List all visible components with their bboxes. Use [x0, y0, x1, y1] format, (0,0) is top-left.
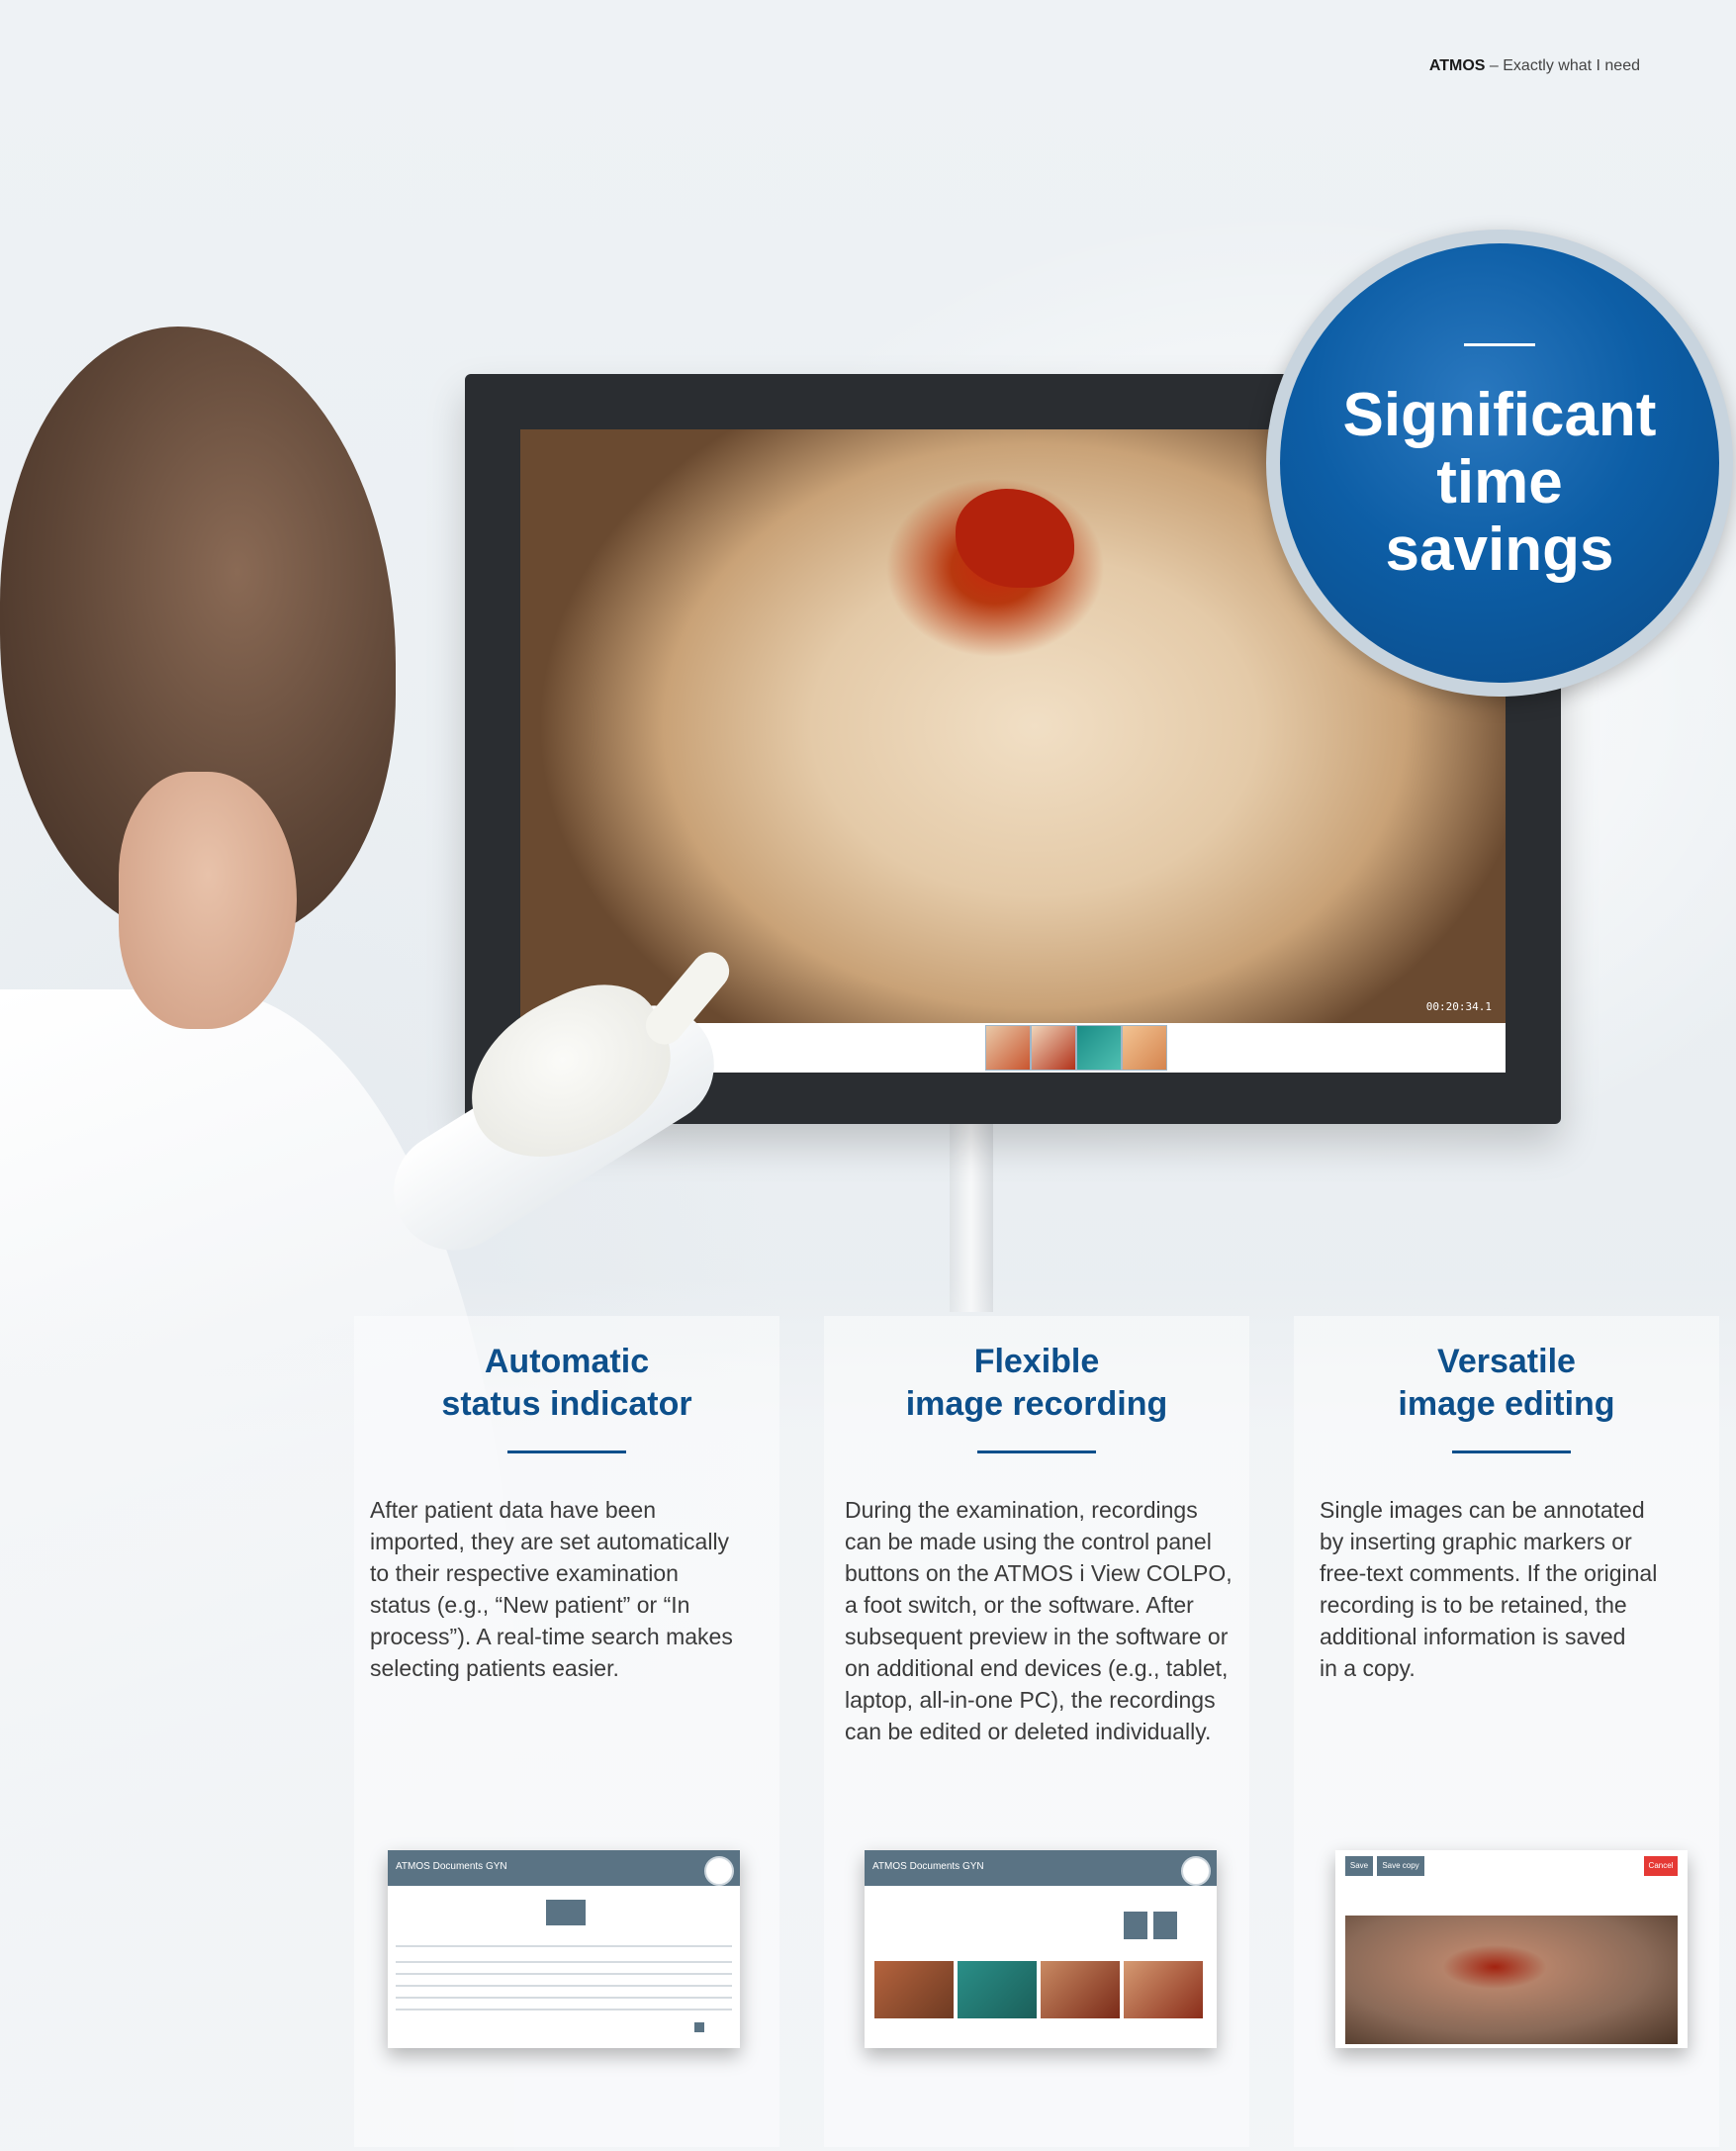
thumbnail[interactable]: [1122, 1025, 1167, 1071]
brand-name: ATMOS: [1428, 57, 1486, 74]
badge-divider: [1464, 342, 1535, 346]
feature-divider: [507, 1450, 626, 1453]
table-header-rule: [396, 1945, 732, 1947]
atmos-logo-icon: [704, 1856, 734, 1886]
app-title: ATMOS Documents GYN: [396, 1861, 507, 1872]
badge-text: Significant time savings: [1342, 380, 1657, 584]
recording-thumbnail[interactable]: [958, 1961, 1037, 2018]
feature-title-editing: Versatile image editing: [1398, 1343, 1615, 1423]
thumbnail[interactable]: [1076, 1025, 1122, 1071]
header-separator: –: [1489, 57, 1499, 74]
app-title-bar: ATMOS Documents GYN: [388, 1850, 740, 1886]
time-savings-badge: Significant time savings: [1266, 230, 1733, 697]
pagination-button[interactable]: [694, 2022, 704, 2032]
page-header: ATMOS – Exactly what I need: [1429, 57, 1640, 75]
feature-text-recording: During the examination, recordings can b…: [845, 1497, 1233, 1744]
table-row: [396, 1997, 732, 1999]
feature-text-editing: Single images can be annotated by insert…: [1320, 1497, 1658, 1681]
thumbnail[interactable]: [1031, 1025, 1076, 1071]
doctor-face-illustration: [119, 772, 297, 1029]
feature-text-status: After patient data have been imported, t…: [370, 1497, 733, 1681]
app-screenshot-image-editor: Save Save copy Cancel: [1335, 1850, 1688, 2048]
app-screenshot-patient-list: ATMOS Documents GYN: [388, 1850, 740, 2048]
table-row: [396, 2009, 732, 2011]
table-row: [396, 1985, 732, 1987]
app-screenshot-recordings: ATMOS Documents GYN: [865, 1850, 1217, 2048]
feature-divider: [977, 1450, 1096, 1453]
recording-thumbnail[interactable]: [1124, 1961, 1203, 2018]
save-copy-button[interactable]: Save copy: [1377, 1856, 1424, 1876]
header-tagline: Exactly what I need: [1503, 57, 1640, 74]
video-timestamp: 00:20:34.1: [1425, 1000, 1492, 1013]
badge-circle: Significant time savings: [1280, 243, 1719, 683]
save-button[interactable]: Save: [1345, 1856, 1373, 1876]
feature-divider: [1452, 1450, 1571, 1453]
recording-thumbnail[interactable]: [874, 1961, 954, 2018]
atmos-logo-icon: [1181, 1856, 1211, 1886]
cancel-button[interactable]: Cancel: [1644, 1856, 1678, 1876]
annotated-image[interactable]: [1345, 1916, 1678, 2044]
report-button[interactable]: [1153, 1912, 1177, 1939]
recording-thumbnail[interactable]: [1041, 1961, 1120, 2018]
import-button[interactable]: [546, 1900, 586, 1925]
feature-title-recording: Flexible image recording: [905, 1343, 1168, 1423]
app-title: ATMOS Documents GYN: [872, 1861, 984, 1872]
app-title-bar: ATMOS Documents GYN: [865, 1850, 1217, 1886]
table-row: [396, 1973, 732, 1975]
export-button[interactable]: [1124, 1912, 1147, 1939]
feature-title-status: Automatic status indicator: [441, 1343, 692, 1423]
lesion-area: [956, 489, 1074, 588]
thumbnail[interactable]: [985, 1025, 1031, 1071]
table-row: [396, 1961, 732, 1963]
